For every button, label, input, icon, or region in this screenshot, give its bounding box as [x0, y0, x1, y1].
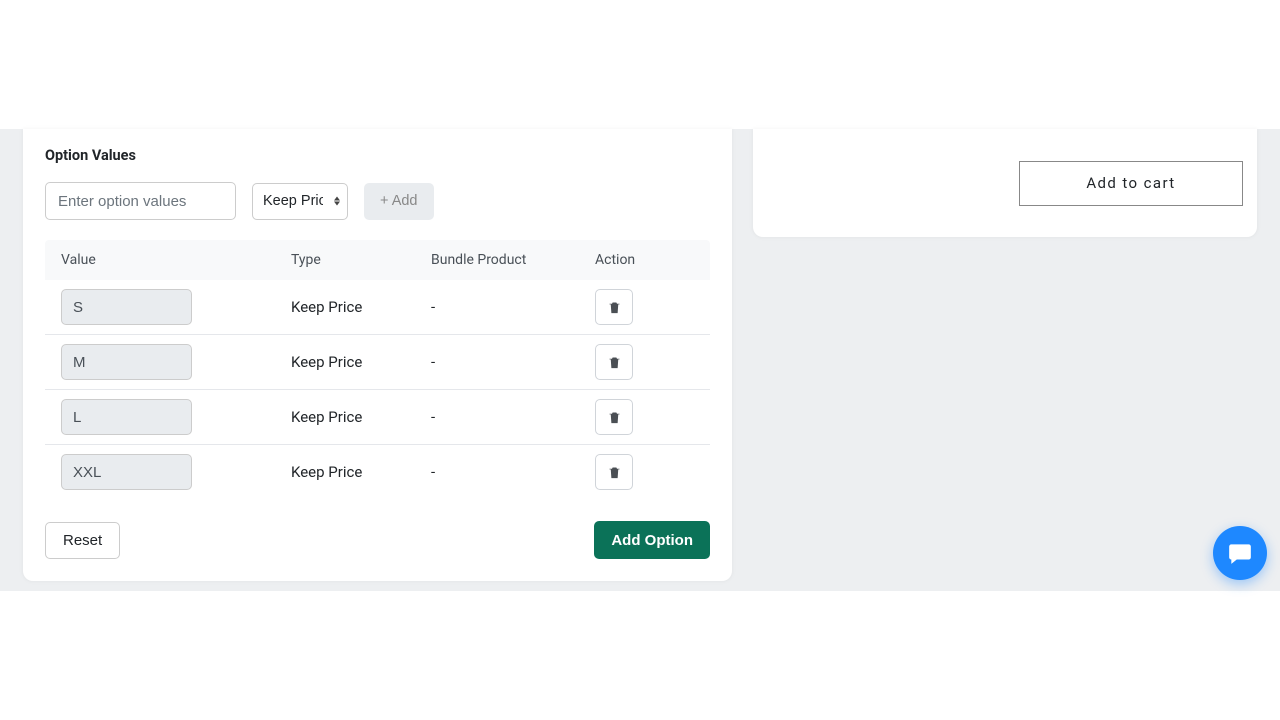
reset-button[interactable]: Reset	[45, 522, 120, 559]
header-bundle: Bundle Product	[431, 252, 595, 268]
trash-icon	[607, 300, 622, 315]
input-row: Keep Price + Add	[45, 182, 710, 220]
trash-icon	[607, 355, 622, 370]
price-type-select-wrapper: Keep Price	[252, 183, 348, 220]
add-value-button[interactable]: + Add	[364, 183, 434, 220]
trash-icon	[607, 465, 622, 480]
chat-icon	[1227, 540, 1253, 566]
row-bundle: -	[431, 353, 595, 371]
delete-row-button[interactable]	[595, 399, 633, 435]
delete-row-button[interactable]	[595, 454, 633, 490]
table-row: Keep Price -	[45, 280, 710, 335]
section-title: Option Values	[45, 147, 710, 164]
header-value: Value	[61, 252, 291, 268]
delete-row-button[interactable]	[595, 344, 633, 380]
row-value-input[interactable]	[61, 289, 192, 325]
add-option-button[interactable]: Add Option	[594, 521, 710, 559]
table-row: Keep Price -	[45, 335, 710, 390]
row-bundle: -	[431, 463, 595, 481]
row-bundle: -	[431, 298, 595, 316]
option-value-input[interactable]	[45, 182, 236, 220]
row-type: Keep Price	[291, 298, 431, 316]
row-type: Keep Price	[291, 408, 431, 426]
trash-icon	[607, 410, 622, 425]
table-header: Value Type Bundle Product Action	[45, 240, 710, 280]
option-values-card: Option Values Keep Price + Add Value Typ…	[23, 129, 732, 581]
row-value-input[interactable]	[61, 399, 192, 435]
add-to-cart-button[interactable]: Add to cart	[1019, 161, 1243, 206]
row-type: Keep Price	[291, 353, 431, 371]
delete-row-button[interactable]	[595, 289, 633, 325]
cart-card: Add to cart	[753, 129, 1257, 237]
row-bundle: -	[431, 408, 595, 426]
row-type: Keep Price	[291, 463, 431, 481]
header-action: Action	[595, 252, 694, 268]
table-row: Keep Price -	[45, 390, 710, 445]
chat-widget-button[interactable]	[1213, 526, 1267, 580]
price-type-select[interactable]: Keep Price	[252, 183, 348, 220]
header-type: Type	[291, 252, 431, 268]
table-row: Keep Price -	[45, 445, 710, 499]
card-footer: Reset Add Option	[45, 521, 710, 559]
row-value-input[interactable]	[61, 344, 192, 380]
values-table: Value Type Bundle Product Action Keep Pr…	[45, 240, 710, 499]
row-value-input[interactable]	[61, 454, 192, 490]
